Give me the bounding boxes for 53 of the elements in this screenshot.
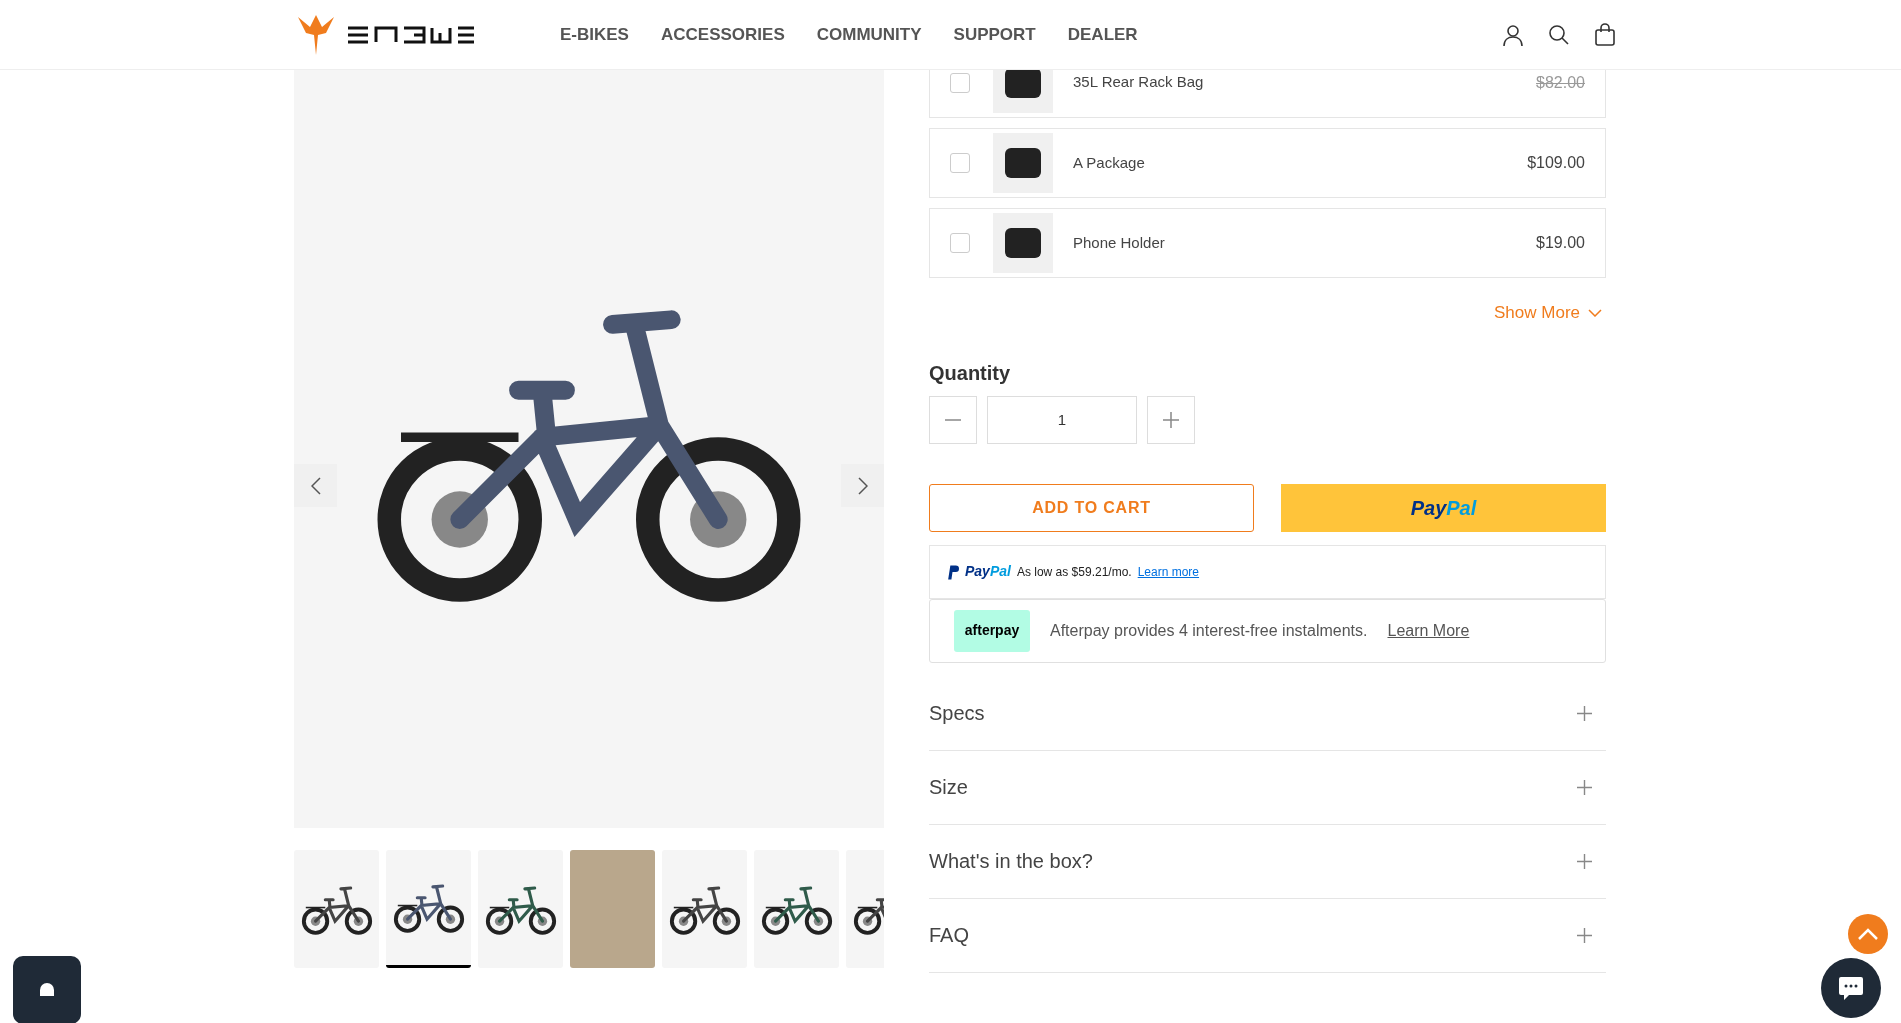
- accordion-header[interactable]: Size: [929, 750, 1606, 825]
- checkbox[interactable]: [950, 153, 970, 173]
- paypal-wordmark: PayPal: [965, 562, 1011, 581]
- chat-icon: [1837, 974, 1865, 1002]
- paypal-icon: [946, 563, 959, 580]
- addon-price: $19.00: [1536, 233, 1585, 253]
- financing-text: As low as $59.21/mo.: [1016, 563, 1132, 581]
- shopping-bag-icon[interactable]: [1593, 22, 1617, 47]
- afterpay-logo: afterpay: [954, 609, 1030, 652]
- thumbnail[interactable]: [478, 850, 563, 968]
- accordion-header[interactable]: Specs: [929, 676, 1606, 751]
- plus-icon: [1577, 927, 1592, 943]
- nav-link[interactable]: E-BIKES: [560, 21, 629, 48]
- addon-name: 35L Rear Rack Bag: [1073, 72, 1204, 93]
- accordion-header[interactable]: FAQ: [929, 898, 1606, 973]
- quantity-field[interactable]: 1: [987, 395, 1137, 444]
- thumbnail[interactable]: [294, 850, 379, 968]
- nav-link[interactable]: ACCESSORIES: [660, 21, 785, 48]
- plus-icon: [1577, 853, 1592, 869]
- plus-icon: [1577, 705, 1592, 721]
- product-thumbnail: [993, 213, 1053, 273]
- floating-app-button[interactable]: [13, 956, 81, 1023]
- original-price: $82.00: [1536, 72, 1585, 93]
- nav-link[interactable]: COMMUNITY: [816, 21, 922, 48]
- thumbnail[interactable]: [570, 850, 655, 968]
- checkbox[interactable]: [950, 72, 970, 93]
- product-thumbnail: [993, 133, 1053, 193]
- thumbnail[interactable]: [754, 850, 839, 968]
- chevron-left-icon: [310, 476, 321, 495]
- minus-icon: [945, 418, 961, 421]
- learn-more-link[interactable]: Learn more: [1137, 562, 1200, 581]
- plus-icon: [1577, 779, 1592, 795]
- plus-icon: [1163, 411, 1179, 428]
- chevron-right-icon: [857, 476, 868, 495]
- paypal-button[interactable]: PayPal: [1281, 483, 1606, 532]
- addon-price: $109.00: [1527, 153, 1585, 173]
- afterpay-text: Afterpay provides 4 interest-free instalments.: [1050, 620, 1368, 641]
- search-icon[interactable]: [1547, 22, 1571, 47]
- chevron-down-icon: [1588, 308, 1602, 317]
- nav-link[interactable]: DEALER: [1067, 21, 1138, 48]
- addon-name: A Package: [1073, 152, 1145, 173]
- account-icon[interactable]: [1501, 22, 1525, 47]
- addon-name: Phone Holder: [1073, 232, 1165, 253]
- chat-button[interactable]: [1821, 958, 1881, 1018]
- thumbnail[interactable]: [662, 850, 747, 968]
- checkbox[interactable]: [950, 233, 970, 253]
- thumbnail[interactable]: [386, 850, 471, 968]
- accordion-header[interactable]: What's in the box?: [929, 824, 1606, 899]
- scroll-to-top-button[interactable]: [1848, 914, 1888, 954]
- nav-link[interactable]: SUPPORT: [953, 21, 1036, 48]
- learn-more-link[interactable]: Learn More: [1387, 618, 1470, 643]
- quantity-label: Quantity: [929, 360, 1012, 386]
- chevron-up-icon: [1858, 928, 1878, 940]
